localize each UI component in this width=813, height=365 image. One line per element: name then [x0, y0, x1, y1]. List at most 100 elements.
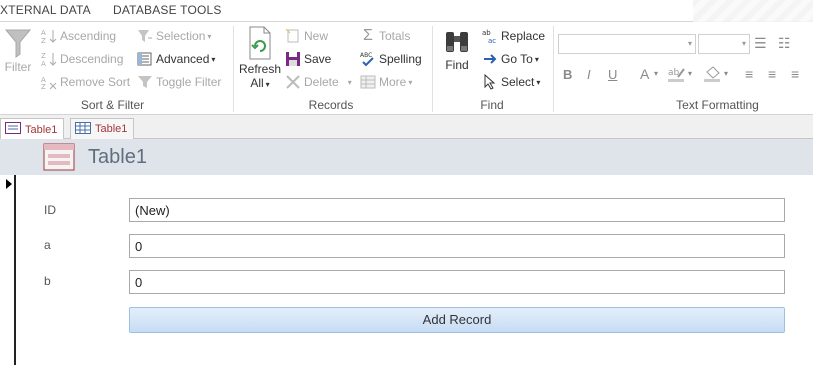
totals-label: Totals — [379, 29, 411, 43]
group-separator — [553, 26, 554, 112]
group-label-records: Records — [308, 98, 354, 112]
group-label-text-formatting: Text Formatting — [676, 98, 759, 112]
doc-tab-table1-form[interactable]: Table1 — [0, 118, 65, 140]
group-separator — [432, 26, 433, 112]
find-label: Find — [445, 58, 469, 72]
table-icon — [75, 121, 91, 137]
font-name-combo[interactable]: ▾ — [558, 34, 696, 54]
id-field[interactable]: (New) — [129, 198, 785, 222]
font-color-button[interactable]: A — [640, 66, 649, 82]
remove-sort-icon: AZ — [41, 74, 57, 90]
doc-tab-label: Table1 — [95, 123, 128, 135]
advanced-button[interactable]: Advanced ▾ — [137, 49, 215, 69]
toggle-filter-icon — [137, 74, 153, 90]
find-button[interactable]: Find — [440, 28, 474, 72]
new-record-button[interactable]: New — [285, 26, 328, 46]
selection-label: Selection — [156, 29, 206, 43]
svg-text:ab: ab — [482, 29, 491, 37]
filter-button[interactable]: Filter — [2, 28, 34, 74]
goto-label: Go To — [501, 52, 533, 66]
align-left-icon[interactable]: ≡ — [745, 66, 753, 82]
goto-button[interactable]: Go To ▾ — [482, 49, 539, 69]
align-right-icon[interactable]: ≡ — [791, 66, 799, 82]
selection-filter-icon — [137, 28, 153, 44]
svg-text:A: A — [41, 60, 46, 67]
tab-database-tools[interactable]: DATABASE TOOLS — [113, 3, 222, 17]
refresh-icon — [249, 26, 271, 60]
advanced-label: Advanced — [156, 52, 210, 66]
ribbon-tab-strip: XTERNAL DATA DATABASE TOOLS — [0, 0, 813, 22]
italic-button[interactable]: I — [587, 67, 591, 82]
descending-button[interactable]: ZA Descending — [41, 49, 123, 69]
fill-bucket-icon[interactable] — [704, 66, 722, 85]
delete-button[interactable]: Delete ▾ — [285, 72, 352, 92]
tab-external-data[interactable]: XTERNAL DATA — [0, 3, 91, 17]
current-record-arrow-icon — [6, 179, 12, 189]
form-title: Table1 — [88, 146, 147, 168]
doc-tab-table1-datasheet[interactable]: Table1 — [70, 118, 135, 139]
descending-label: Descending — [60, 52, 124, 66]
sort-descending-icon: ZA — [41, 51, 57, 67]
refresh-line1: Refresh — [238, 62, 282, 76]
ascending-button[interactable]: AZ Ascending — [41, 26, 116, 46]
align-center-icon[interactable]: ≡ — [768, 66, 776, 82]
spelling-button[interactable]: ABC Spelling — [360, 49, 422, 69]
a-label: a — [44, 238, 51, 252]
bullet-list-icon[interactable]: ☰ — [754, 35, 767, 52]
form-icon — [5, 122, 21, 137]
more-button[interactable]: More ▾ — [360, 72, 412, 92]
b-field[interactable]: 0 — [129, 270, 785, 294]
font-color-dropdown-icon[interactable]: ▾ — [654, 69, 658, 78]
more-grid-icon — [360, 74, 376, 90]
highlight-icon[interactable]: ab — [668, 66, 686, 85]
remove-sort-label: Remove Sort — [60, 75, 131, 89]
select-button[interactable]: Select ▾ — [482, 72, 540, 92]
replace-button[interactable]: ab ac Replace — [482, 26, 545, 46]
totals-button[interactable]: Σ Totals — [360, 26, 410, 46]
refresh-all-button[interactable]: Refresh All ▾ — [238, 26, 282, 90]
ascending-label: Ascending — [60, 29, 117, 43]
ribbon: Filter AZ Ascending ZA Descending AZ Rem… — [0, 22, 813, 115]
spelling-check-icon: ABC — [360, 51, 376, 67]
more-label: More — [379, 75, 407, 89]
a-field[interactable]: 0 — [129, 234, 785, 258]
selection-button[interactable]: Selection ▾ — [137, 26, 211, 46]
replace-label: Replace — [501, 29, 546, 43]
select-label: Select — [501, 75, 535, 89]
sigma-icon: Σ — [363, 27, 373, 44]
numbered-list-icon[interactable]: ☷ — [778, 35, 791, 52]
toggle-filter-button[interactable]: Toggle Filter — [137, 72, 221, 92]
record-selector[interactable] — [2, 175, 16, 365]
filter-icon — [5, 29, 31, 58]
svg-text:ABC: ABC — [360, 52, 372, 59]
advanced-filter-icon — [137, 51, 153, 67]
refresh-line2: All — [250, 76, 264, 90]
b-label: b — [44, 274, 51, 288]
fill-dropdown-icon[interactable]: ▾ — [724, 69, 728, 78]
save-label: Save — [304, 52, 332, 66]
delete-label: Delete — [304, 75, 339, 89]
delete-x-icon — [285, 74, 301, 90]
bold-button[interactable]: B — [563, 67, 572, 82]
form-header: Table1 — [0, 139, 813, 175]
doc-tab-label: Table1 — [25, 123, 58, 136]
save-button[interactable]: Save — [285, 49, 331, 69]
spelling-label: Spelling — [379, 52, 422, 66]
font-size-combo[interactable]: ▾ — [698, 34, 750, 54]
binoculars-icon — [446, 32, 468, 52]
add-record-button[interactable]: Add Record — [129, 307, 785, 333]
id-label: ID — [44, 203, 56, 217]
document-tab-bar: Table1 Table1 — [0, 115, 813, 140]
arrow-right-icon — [482, 51, 498, 67]
cursor-icon — [482, 74, 498, 90]
remove-sort-button[interactable]: AZ Remove Sort — [41, 72, 130, 92]
form-header-icon — [43, 143, 75, 171]
highlight-dropdown-icon[interactable]: ▾ — [688, 69, 692, 78]
new-record-icon — [285, 28, 301, 44]
title-bar-pattern — [693, 0, 813, 22]
group-label-sort-filter: Sort & Filter — [80, 98, 145, 112]
filter-label: Filter — [4, 60, 32, 74]
svg-text:Z: Z — [41, 52, 46, 60]
svg-text:Z: Z — [41, 83, 46, 90]
underline-button[interactable]: U — [608, 67, 617, 82]
